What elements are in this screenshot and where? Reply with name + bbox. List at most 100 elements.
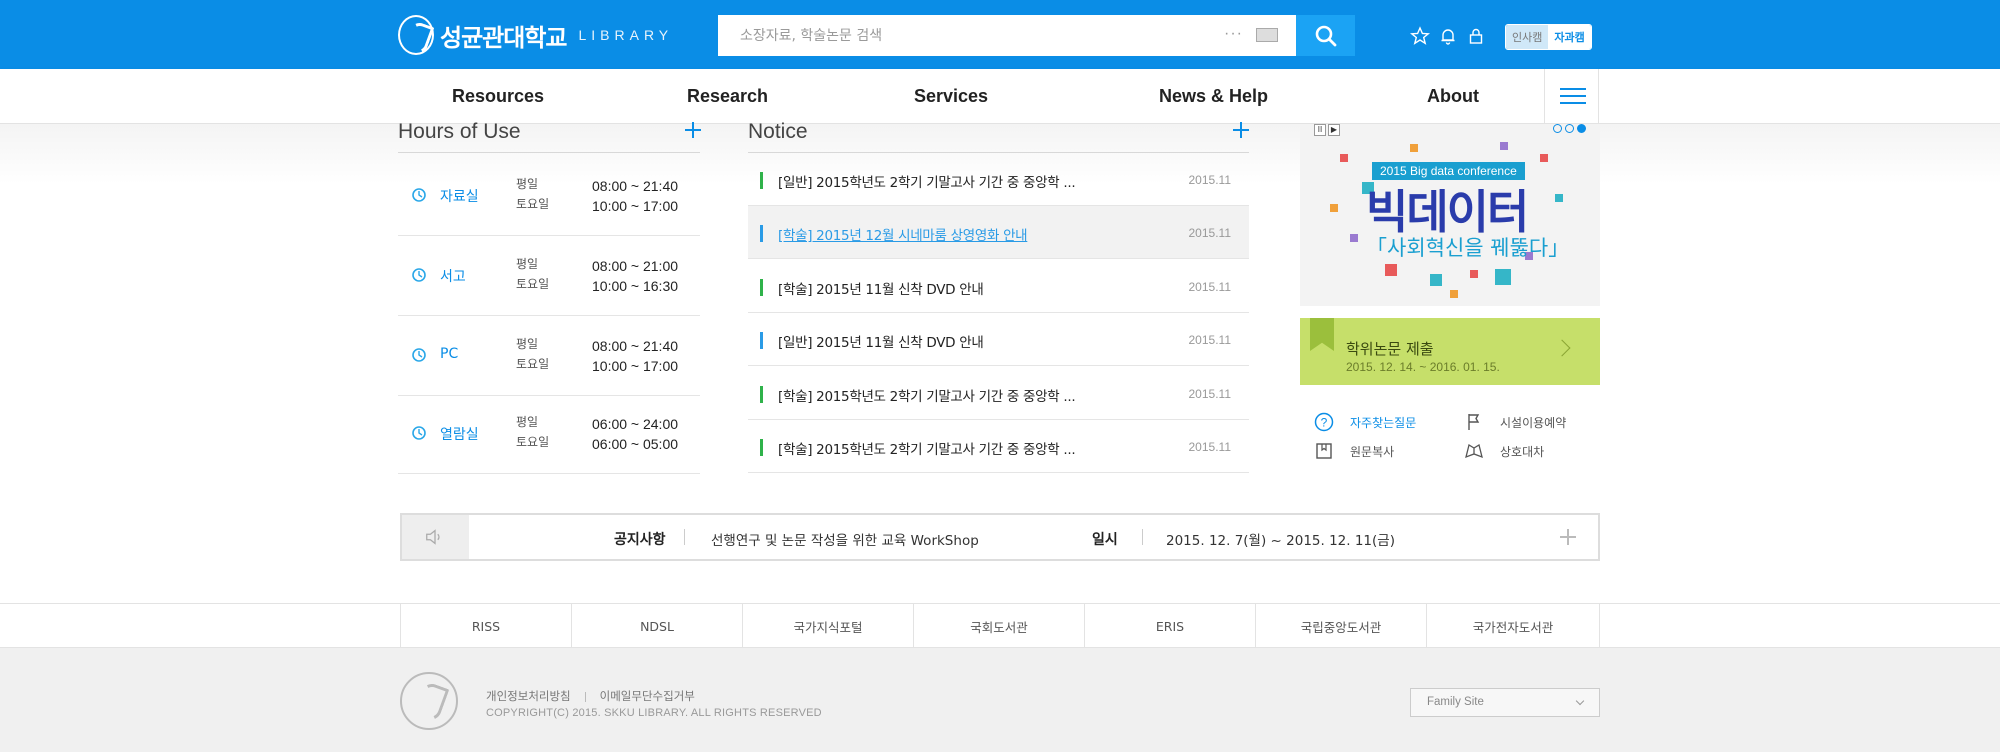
pause-icon[interactable]: II [1314, 124, 1326, 136]
question-icon: ? [1314, 412, 1334, 432]
bell-icon[interactable] [1438, 26, 1458, 46]
notice-item[interactable]: [학술] 2015학년도 2학기 기말고사 기간 중 중앙학 ... 2015.… [748, 420, 1249, 473]
search-input[interactable] [718, 15, 1198, 56]
book-icon [1465, 443, 1483, 459]
hours-days: 평일 토요일 [516, 177, 550, 211]
announcement-strip: 공지사항 선행연구 및 논문 작성을 위한 교육 WorkShop 일시 201… [400, 513, 1600, 561]
email-policy-link[interactable]: 이메일무단수집거부 [600, 689, 695, 703]
menu-icon[interactable] [1560, 88, 1586, 106]
document-icon [1316, 443, 1332, 459]
privacy-policy-link[interactable]: 개인정보처리방침 [486, 689, 571, 703]
thesis-period: 2015. 12. 14. ~ 2016. 01. 15. [1346, 360, 1500, 374]
campus-science-button[interactable]: 자과캠 [1548, 25, 1591, 49]
notice-item-title[interactable]: [학술] 2015년 12월 시네마룸 상영영화 안내 [778, 224, 1028, 244]
notice-item-title[interactable]: [일반] 2015학년도 2학기 기말고사 기간 중 중앙학 ... [778, 171, 1076, 191]
link-riss[interactable]: RISS [400, 604, 571, 649]
play-icon[interactable]: ▶ [1328, 124, 1340, 136]
divider [1142, 529, 1143, 545]
main-nav: Resources Research Services News & Help … [0, 69, 2000, 124]
notice-item-date: 2015.11 [1188, 280, 1232, 294]
pager-dot[interactable] [1565, 124, 1574, 133]
quick-link-label: 원문복사 [1350, 445, 1395, 459]
notice-item[interactable]: [학술] 2015년 11월 신착 DVD 안내 2015.11 [748, 260, 1249, 313]
nav-research[interactable]: Research [687, 86, 768, 107]
notice-category-bar [760, 172, 763, 189]
announcement-label: 공지사항 [614, 532, 666, 548]
nav-resources[interactable]: Resources [452, 86, 544, 107]
search-button[interactable] [1296, 15, 1355, 56]
announcement-date-label: 일시 [1092, 532, 1118, 548]
hours-times: 08:00 ~ 21:40 10:00 ~ 17:00 [592, 338, 679, 374]
notice-item-title[interactable]: [학술] 2015학년도 2학기 기말고사 기간 중 중앙학 ... [778, 385, 1076, 405]
keyboard-icon[interactable] [1256, 28, 1278, 42]
announcement-more-plus-icon[interactable] [1560, 529, 1576, 545]
announcement-date: 2015. 12. 7(월) ~ 2015. 12. 11(금) [1166, 533, 1395, 549]
svg-text:?: ? [1321, 416, 1328, 430]
thesis-title: 학위논문 제출 [1346, 340, 1434, 358]
link-national-digital-library[interactable]: 국가전자도서관 [1426, 604, 1600, 649]
clock-icon [412, 188, 426, 202]
hours-days: 평일 토요일 [516, 337, 550, 371]
footer-emblem-icon [400, 672, 458, 730]
nav-divider [1544, 69, 1545, 124]
star-icon[interactable] [1409, 26, 1431, 46]
notice-item-title[interactable]: [일반] 2015년 11월 신착 DVD 안내 [778, 331, 984, 351]
hours-room-name: 자료실 [440, 189, 479, 205]
notice-item[interactable]: [학술] 2015학년도 2학기 기말고사 기간 중 중앙학 ... 2015.… [748, 367, 1249, 420]
hours-room-name: 열람실 [440, 427, 479, 443]
notice-category-bar [760, 386, 763, 403]
library-logo[interactable]: 성균관대학교 LIBRARY [398, 15, 673, 55]
search-box: ··· [718, 15, 1296, 56]
lock-icon[interactable] [1466, 26, 1486, 46]
link-national-library[interactable]: 국립중앙도서관 [1255, 604, 1426, 649]
speaker-button[interactable] [402, 515, 469, 559]
link-national-assembly-library[interactable]: 국회도서관 [913, 604, 1084, 649]
notice-item-date: 2015.11 [1188, 173, 1232, 187]
hours-row: 열람실 평일 토요일 06:00 ~ 24:00 06:00 ~ 05:00 [398, 394, 700, 474]
hours-row: PC 평일 토요일 08:00 ~ 21:40 10:00 ~ 17:00 [398, 316, 700, 396]
hours-times: 08:00 ~ 21:40 10:00 ~ 17:00 [592, 178, 679, 214]
hours-days: 평일 토요일 [516, 257, 550, 291]
announcement-text[interactable]: 선행연구 및 논문 작성을 위한 교육 WorkShop [711, 529, 979, 549]
nav-about[interactable]: About [1427, 86, 1479, 107]
footer-links: 개인정보처리방침 이메일무단수집거부 [486, 688, 695, 704]
notice-item[interactable]: [일반] 2015학년도 2학기 기말고사 기간 중 중앙학 ... 2015.… [748, 153, 1249, 206]
banner-subline: 「사회혁신을 꿰뚫다」 [1366, 236, 1570, 260]
quick-link-label: 시설이용예약 [1500, 416, 1567, 430]
campus-switch: 인사캠 자과캠 [1505, 24, 1592, 50]
family-site-select[interactable]: Family Site [1410, 688, 1600, 717]
notice-item-date: 2015.11 [1188, 387, 1232, 401]
notice-category-bar [760, 439, 763, 456]
pager-dot-active[interactable] [1577, 124, 1586, 133]
link-ndsl[interactable]: NDSL [571, 604, 742, 649]
notice-category-bar [760, 332, 763, 349]
clock-icon [412, 268, 426, 282]
hours-title: Hours of Use [398, 120, 521, 143]
notice-item-title[interactable]: [학술] 2015학년도 2학기 기말고사 기간 중 중앙학 ... [778, 438, 1076, 458]
nav-news-help[interactable]: News & Help [1159, 86, 1268, 107]
campus-humanities-button[interactable]: 인사캠 [1506, 25, 1549, 49]
notice-item-title[interactable]: [학술] 2015년 11월 신착 DVD 안내 [778, 278, 984, 298]
more-options-icon[interactable]: ··· [1224, 25, 1243, 43]
pager-dot[interactable] [1553, 124, 1562, 133]
link-knowledge-portal[interactable]: 국가지식포털 [742, 604, 913, 649]
hours-more-plus-icon[interactable] [685, 122, 701, 138]
logo-library-text: LIBRARY [578, 27, 674, 43]
logo-university-name: 성균관대학교 [440, 23, 567, 52]
notice-item[interactable]: [일반] 2015년 11월 신착 DVD 안내 2015.11 [748, 313, 1249, 366]
divider [684, 529, 685, 545]
nav-services[interactable]: Services [914, 86, 988, 107]
hours-row: 자료실 평일 토요일 08:00 ~ 21:40 10:00 ~ 17:00 [398, 156, 700, 236]
clock-icon [412, 426, 426, 440]
notice-title: Notice [748, 120, 808, 143]
notice-item[interactable]: [학술] 2015년 12월 시네마룸 상영영화 안내 2015.11 [748, 206, 1249, 259]
clock-icon [412, 348, 426, 362]
quick-link-label: 자주찾는질문 [1350, 416, 1417, 430]
event-banner[interactable]: II ▶ 2015 Big data conference 빅데이터 「사회혁신… [1300, 124, 1600, 306]
header-utility-icons [1409, 26, 1486, 46]
thesis-submission-box[interactable]: 학위논문 제출 2015. 12. 14. ~ 2016. 01. 15. [1300, 318, 1600, 385]
link-eris[interactable]: ERIS [1084, 604, 1255, 649]
footer: 개인정보처리방침 이메일무단수집거부 COPYRIGHT(C) 2015. SKK… [0, 648, 2000, 752]
hours-times: 06:00 ~ 24:00 06:00 ~ 05:00 [592, 416, 679, 452]
notice-more-plus-icon[interactable] [1233, 122, 1249, 138]
